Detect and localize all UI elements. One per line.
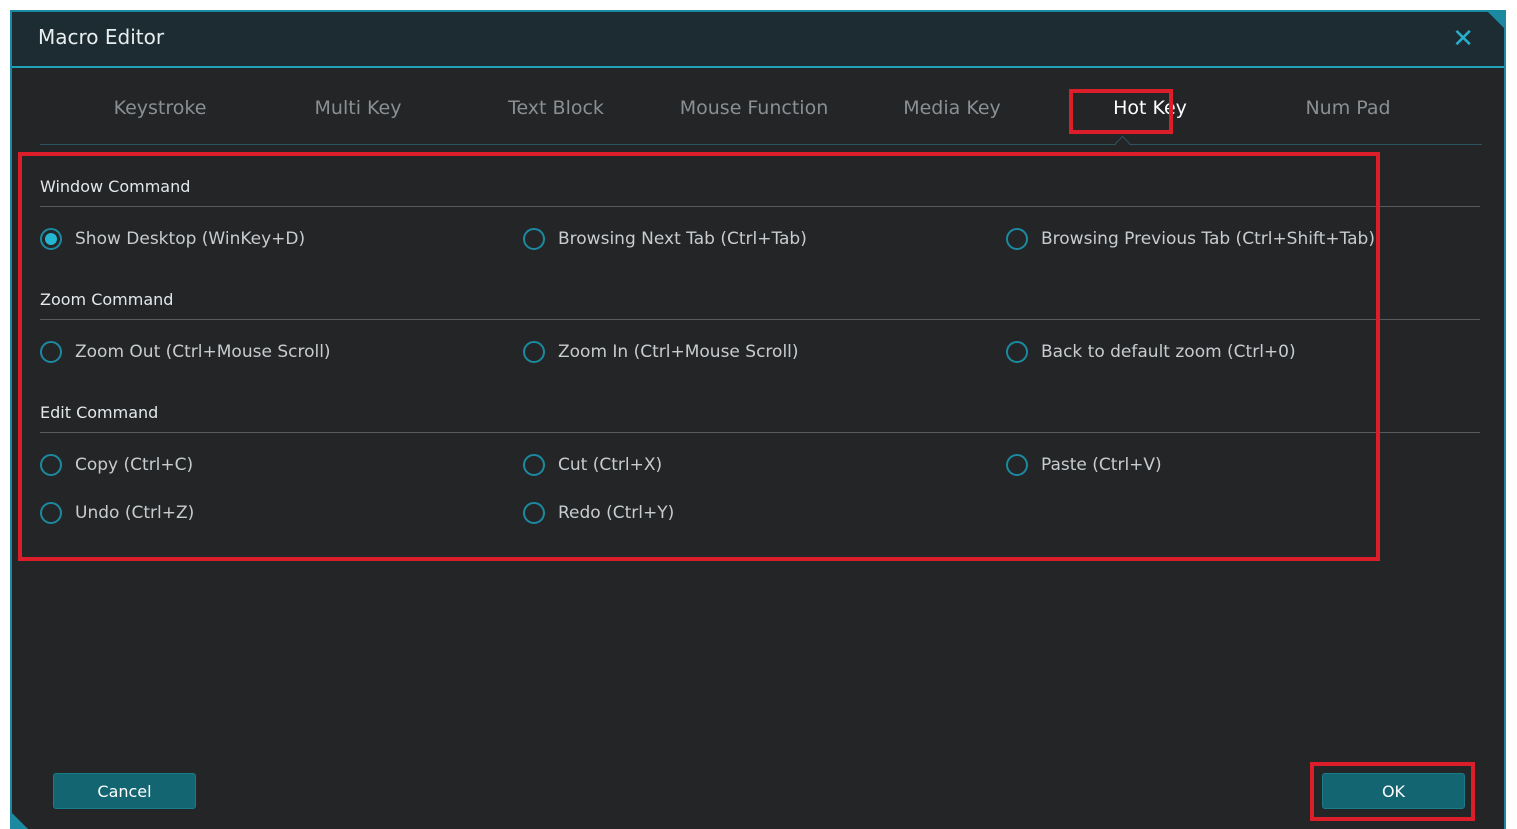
radio-icon[interactable] [523,454,545,476]
option-label: Copy (Ctrl+C) [75,455,194,475]
radio-icon[interactable] [523,228,545,250]
option-zoom-out[interactable]: Zoom Out (Ctrl+Mouse Scroll) [40,341,331,363]
option-undo[interactable]: Undo (Ctrl+Z) [40,502,194,524]
option-default-zoom[interactable]: Back to default zoom (Ctrl+0) [1006,341,1296,363]
option-cut[interactable]: Cut (Ctrl+X) [523,454,662,476]
option-label: Zoom In (Ctrl+Mouse Scroll) [558,342,799,362]
option-paste[interactable]: Paste (Ctrl+V) [1006,454,1162,476]
option-browsing-next-tab[interactable]: Browsing Next Tab (Ctrl+Tab) [523,228,807,250]
cancel-button[interactable]: Cancel [53,773,196,809]
option-label: Show Desktop (WinKey+D) [75,229,306,249]
option-label: Cut (Ctrl+X) [558,455,663,475]
section-divider [40,206,1480,207]
tab-hot-key[interactable]: Hot Key [1050,97,1250,119]
tab-multi-key[interactable]: Multi Key [258,97,458,119]
radio-icon[interactable] [1006,341,1028,363]
tab-media-key[interactable]: Media Key [852,97,1052,119]
radio-icon[interactable] [40,454,62,476]
title-bar: Macro Editor ✕ [12,12,1504,68]
option-browsing-previous-tab[interactable]: Browsing Previous Tab (Ctrl+Shift+Tab) [1006,228,1375,250]
radio-icon[interactable] [1006,228,1028,250]
radio-icon[interactable] [40,502,62,524]
option-copy[interactable]: Copy (Ctrl+C) [40,454,193,476]
radio-icon[interactable] [523,502,545,524]
section-title-edit-command: Edit Command [40,403,159,422]
tab-mouse-function[interactable]: Mouse Function [654,97,854,119]
active-tab-caret [1114,135,1131,152]
tab-keystroke[interactable]: Keystroke [60,97,260,119]
option-redo[interactable]: Redo (Ctrl+Y) [523,502,674,524]
section-divider [40,319,1480,320]
option-label: Zoom Out (Ctrl+Mouse Scroll) [75,342,331,362]
option-zoom-in[interactable]: Zoom In (Ctrl+Mouse Scroll) [523,341,799,363]
corner-decoration [1486,10,1506,30]
option-label: Browsing Next Tab (Ctrl+Tab) [558,229,807,249]
section-title-zoom-command: Zoom Command [40,290,174,309]
window-title: Macro Editor [38,25,165,49]
corner-decoration [10,811,28,829]
option-show-desktop[interactable]: Show Desktop (WinKey+D) [40,228,305,250]
option-label: Browsing Previous Tab (Ctrl+Shift+Tab) [1041,229,1375,249]
radio-checked-icon[interactable] [40,228,62,250]
option-label: Back to default zoom (Ctrl+0) [1041,342,1296,362]
radio-icon[interactable] [523,341,545,363]
radio-icon[interactable] [1006,454,1028,476]
tab-bar: Keystroke Multi Key Text Block Mouse Fun… [40,82,1482,152]
radio-icon[interactable] [40,341,62,363]
macro-editor-dialog: Macro Editor ✕ Keystroke Multi Key Text … [10,10,1506,829]
close-icon[interactable]: ✕ [1452,24,1474,54]
ok-button[interactable]: OK [1322,773,1465,809]
section-divider [40,432,1480,433]
tab-text-block[interactable]: Text Block [456,97,656,119]
option-label: Undo (Ctrl+Z) [75,503,195,523]
option-label: Paste (Ctrl+V) [1041,455,1162,475]
section-title-window-command: Window Command [40,177,191,196]
tab-num-pad[interactable]: Num Pad [1248,97,1448,119]
option-label: Redo (Ctrl+Y) [558,503,675,523]
